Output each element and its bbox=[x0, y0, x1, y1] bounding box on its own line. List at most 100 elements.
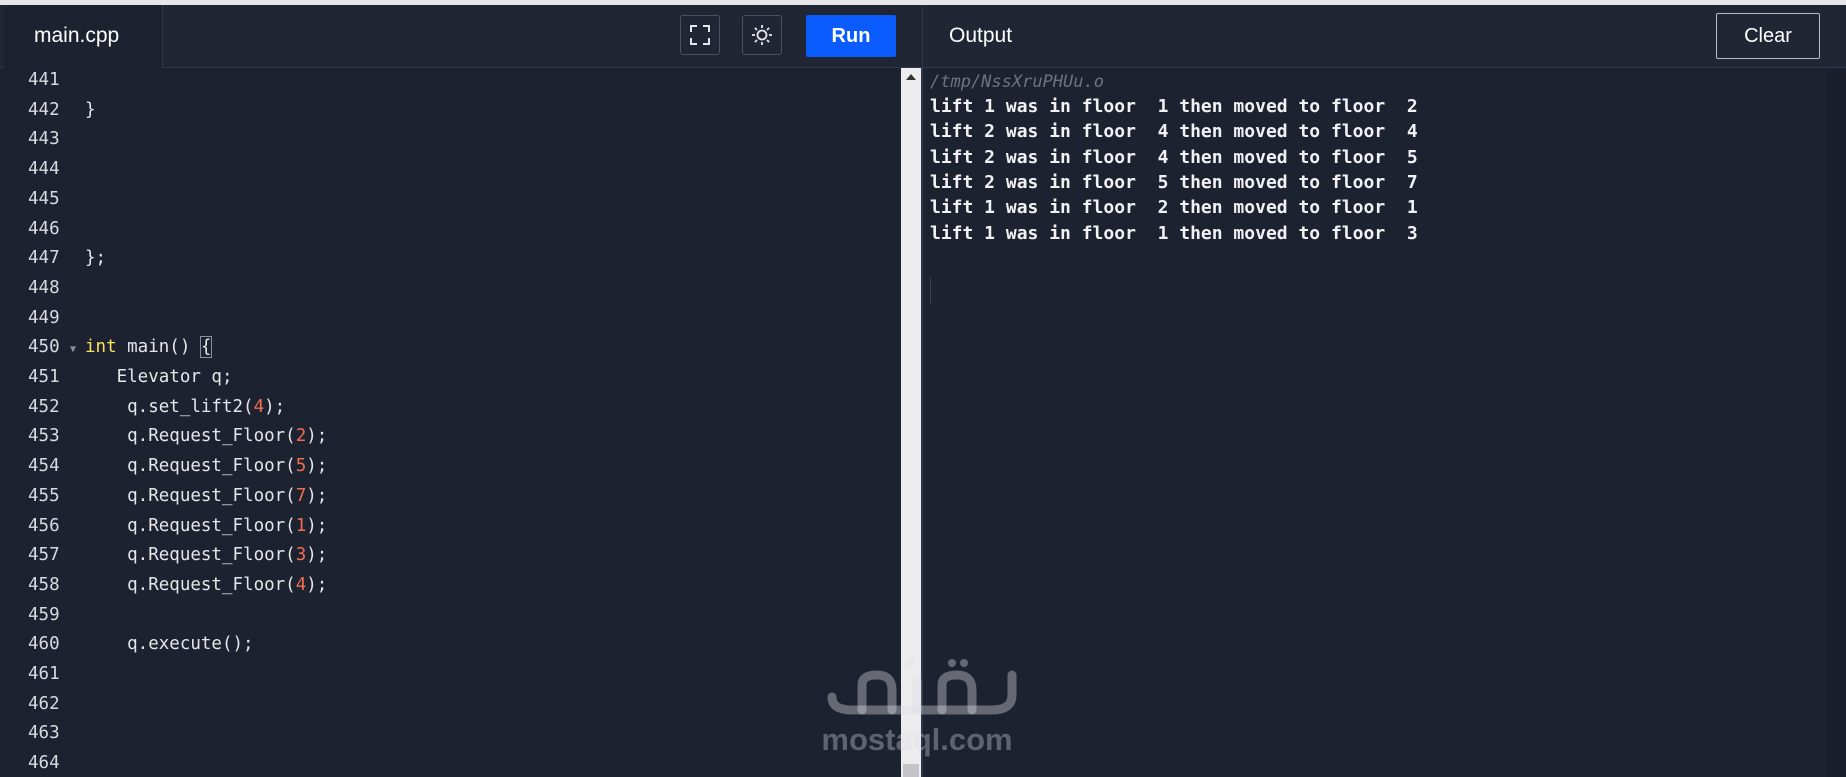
code-token: q.Request_Floor( bbox=[85, 456, 296, 477]
fold-toggle-icon[interactable]: ▼ bbox=[70, 344, 76, 355]
code-token: q.Request_Floor( bbox=[85, 515, 296, 536]
code-line[interactable]: 442} bbox=[0, 100, 900, 130]
code-line[interactable]: 444 bbox=[0, 159, 900, 189]
line-number: 449 bbox=[28, 307, 60, 328]
line-number: 452 bbox=[28, 396, 60, 417]
code-line[interactable]: 457 q.Request_Floor(3); bbox=[0, 545, 900, 575]
code-line[interactable]: 448 bbox=[0, 278, 900, 308]
number-token: 4 bbox=[295, 574, 307, 595]
line-number: 446 bbox=[28, 218, 60, 239]
code-line[interactable]: 453 q.Request_Floor(2); bbox=[0, 426, 900, 456]
code-text: } bbox=[85, 100, 96, 120]
toolbar-divider bbox=[922, 5, 923, 68]
code-line[interactable]: 455 q.Request_Floor(7); bbox=[0, 486, 900, 516]
top-toolbar: main.cpp Run Output Clear bbox=[0, 0, 1846, 68]
code-line[interactable]: 459 bbox=[0, 605, 900, 635]
code-line[interactable]: 445 bbox=[0, 189, 900, 219]
output-title: Output bbox=[949, 24, 1013, 47]
line-number: 447 bbox=[28, 248, 60, 269]
code-token: main() bbox=[116, 337, 201, 358]
line-number: 464 bbox=[28, 753, 60, 774]
code-token: { bbox=[199, 336, 213, 359]
code-line[interactable]: 446 bbox=[0, 219, 900, 249]
code-text: q.set_lift2(4); bbox=[85, 397, 285, 417]
number-token: 2 bbox=[295, 426, 307, 447]
code-text: q.Request_Floor(4); bbox=[85, 575, 327, 595]
output-cursor bbox=[930, 278, 931, 304]
code-token: ); bbox=[306, 485, 328, 506]
code-token: ); bbox=[306, 426, 328, 447]
line-number: 460 bbox=[28, 634, 60, 655]
code-line[interactable]: 452 q.set_lift2(4); bbox=[0, 397, 900, 427]
code-line[interactable]: 462 bbox=[0, 694, 900, 724]
code-token: ); bbox=[306, 545, 328, 566]
mostaql-logo-icon bbox=[827, 659, 1017, 715]
line-number: 444 bbox=[28, 159, 60, 180]
line-number: 443 bbox=[28, 129, 60, 150]
scroll-up-icon[interactable] bbox=[906, 74, 916, 80]
code-text: q.Request_Floor(7); bbox=[85, 486, 327, 506]
line-number: 457 bbox=[28, 545, 60, 566]
theme-toggle-button[interactable] bbox=[742, 15, 782, 55]
line-number: 455 bbox=[28, 485, 60, 506]
code-token: Elevator q; bbox=[85, 367, 233, 387]
output-line: lift 2 was in floor 5 then moved to floo… bbox=[930, 171, 1418, 193]
line-number: 459 bbox=[28, 604, 60, 625]
output-line: lift 2 was in floor 4 then moved to floo… bbox=[930, 146, 1418, 168]
code-token: q.Request_Floor( bbox=[85, 485, 296, 506]
number-token: 4 bbox=[253, 396, 265, 417]
line-number: 458 bbox=[28, 574, 60, 595]
code-token: ); bbox=[306, 574, 328, 595]
line-number: 442 bbox=[28, 99, 60, 120]
code-token: q.Request_Floor( bbox=[85, 574, 296, 595]
watermark-text: mostaql.com bbox=[821, 722, 1013, 757]
line-number: 456 bbox=[28, 515, 60, 536]
line-number: 445 bbox=[28, 188, 60, 209]
output-console: /tmp/NssXruPHUu.o lift 1 was in floor 1 … bbox=[923, 68, 1846, 777]
code-line[interactable]: 443 bbox=[0, 129, 900, 159]
number-token: 7 bbox=[295, 485, 307, 506]
code-line[interactable]: 460 q.execute(); bbox=[0, 634, 900, 664]
code-token: ); bbox=[306, 515, 328, 536]
editor-scrollbar-thumb[interactable] bbox=[903, 764, 919, 777]
code-line[interactable]: 447}; bbox=[0, 248, 900, 278]
code-line[interactable]: 441 bbox=[0, 70, 900, 100]
fullscreen-button[interactable] bbox=[680, 15, 720, 55]
clear-button[interactable]: Clear bbox=[1716, 13, 1820, 59]
code-line[interactable]: 461 bbox=[0, 664, 900, 694]
code-text: Elevator q; bbox=[85, 367, 233, 387]
code-line[interactable]: 464 bbox=[0, 753, 900, 777]
code-token: } bbox=[85, 99, 96, 120]
number-token: 5 bbox=[295, 456, 307, 477]
code-line[interactable]: 451 Elevator q; bbox=[0, 367, 900, 397]
fullscreen-icon bbox=[690, 25, 710, 45]
code-line[interactable]: 463 bbox=[0, 723, 900, 753]
line-number: 448 bbox=[28, 277, 60, 298]
output-line: lift 2 was in floor 4 then moved to floo… bbox=[930, 121, 1418, 143]
code-line[interactable]: 450 ▼ int main() { bbox=[0, 336, 900, 367]
code-token: q.Request_Floor( bbox=[85, 426, 296, 447]
code-line[interactable]: 458 q.Request_Floor(4); bbox=[0, 575, 900, 605]
code-token: ); bbox=[306, 456, 328, 477]
line-number: 462 bbox=[28, 693, 60, 714]
code-editor[interactable]: 441 442} 443 444 445 446 447}; 448 449 450 ▼ int ma… bbox=[0, 68, 901, 777]
output-scrollbar[interactable] bbox=[1827, 68, 1846, 777]
run-button[interactable]: Run bbox=[806, 15, 896, 57]
tab-main-cpp[interactable]: main.cpp bbox=[4, 5, 163, 68]
code-line[interactable]: 454 q.Request_Floor(5); bbox=[0, 456, 900, 486]
number-token: 3 bbox=[295, 545, 307, 566]
code-line[interactable]: 456 q.Request_Floor(1); bbox=[0, 516, 900, 546]
keyword-token: int bbox=[85, 337, 117, 358]
line-number: 451 bbox=[28, 367, 60, 387]
code-token: }; bbox=[85, 248, 107, 269]
code-text: int main() { bbox=[85, 336, 213, 359]
sun-icon bbox=[752, 25, 772, 45]
output-line: lift 1 was in floor 2 then moved to floo… bbox=[930, 197, 1418, 219]
number-token: 1 bbox=[295, 515, 307, 536]
code-text: q.Request_Floor(2); bbox=[85, 426, 327, 446]
code-token: ); bbox=[264, 396, 286, 417]
code-text: q.execute(); bbox=[85, 634, 253, 654]
line-number: 463 bbox=[28, 723, 60, 744]
code-line[interactable]: 449 bbox=[0, 308, 900, 338]
output-line: lift 1 was in floor 1 then moved to floo… bbox=[930, 96, 1418, 117]
